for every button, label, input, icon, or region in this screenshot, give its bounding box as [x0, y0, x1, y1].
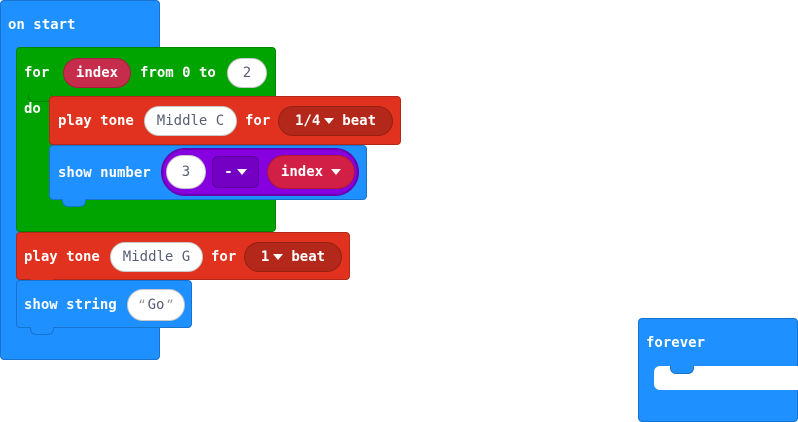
dropdown-arrow-icon: [331, 169, 342, 175]
show-number-notch: [62, 199, 86, 207]
tone-for-label-2: for: [211, 249, 237, 265]
dropdown-arrow-icon: [236, 169, 247, 175]
on-start-label: on start: [8, 17, 76, 33]
from-to-label: from 0 to: [140, 65, 216, 81]
do-label: do: [24, 101, 41, 117]
note-input-2[interactable]: Middle G: [110, 242, 203, 272]
forever-label: forever: [646, 335, 706, 351]
beat-label-1: beat: [342, 113, 376, 129]
to-value-input[interactable]: 2: [227, 58, 267, 88]
beat-dropdown-2[interactable]: 1 beat: [244, 242, 342, 272]
for-variable-text: index: [75, 65, 119, 81]
operator-text: -: [224, 164, 233, 180]
note-text-2: Middle G: [122, 249, 191, 265]
show-string-notch: [30, 327, 54, 335]
beat-dropdown-1[interactable]: 1/4 beat: [278, 106, 393, 136]
forever-slot-notch: [670, 366, 694, 374]
for-variable-dropdown[interactable]: index: [63, 58, 131, 88]
operator-dropdown[interactable]: -: [212, 156, 259, 188]
note-text-1: Middle C: [156, 113, 225, 129]
show-string-label: show string: [24, 297, 117, 313]
dropdown-arrow-icon: [273, 254, 284, 260]
beat-value-1: 1/4: [294, 113, 321, 129]
dropdown-arrow-icon: [324, 118, 335, 124]
string-input[interactable]: “ Go ”: [127, 289, 185, 321]
show-number-label: show number: [58, 165, 151, 181]
string-text: Go: [147, 297, 165, 313]
left-operand-input[interactable]: 3: [166, 155, 206, 189]
close-quote: ”: [166, 298, 174, 312]
beat-value-2: 1: [260, 249, 270, 265]
open-quote: “: [138, 298, 146, 312]
to-value-text: 2: [242, 65, 252, 81]
tone-for-label-1: for: [245, 113, 271, 129]
play-tone-label-1: play tone: [58, 113, 134, 129]
play-tone-label-2: play tone: [24, 249, 100, 265]
index-variable-text: index: [280, 164, 324, 180]
beat-label-2: beat: [291, 249, 326, 265]
note-input-1[interactable]: Middle C: [144, 106, 237, 136]
left-operand-text: 3: [181, 164, 191, 180]
index-variable-dropdown[interactable]: index: [267, 155, 355, 189]
for-label: for: [24, 65, 50, 81]
